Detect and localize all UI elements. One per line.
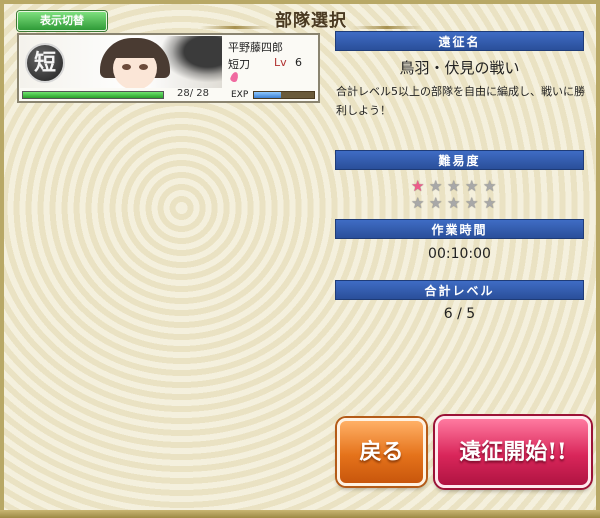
star-filled-icon: ★ bbox=[411, 177, 425, 195]
difficulty-stars: ★ ★ ★ ★ ★ ★ ★ ★ ★ ★ bbox=[411, 176, 511, 212]
portrait-eye-right bbox=[139, 64, 148, 70]
star-empty-icon: ★ bbox=[447, 194, 461, 212]
star-empty-icon: ★ bbox=[411, 194, 425, 212]
expedition-description: 合計レベル5以上の部隊を自由に編成し、戦いに勝利しよう！ bbox=[336, 85, 585, 117]
total-level-value: 6 / 5 bbox=[443, 306, 476, 322]
exp-bar bbox=[253, 91, 315, 99]
level-label: Lv bbox=[274, 56, 287, 69]
frame-bottom-border bbox=[0, 510, 600, 518]
star-empty-icon: ★ bbox=[465, 194, 479, 212]
work-time-header: 作業時間 bbox=[335, 219, 584, 239]
star-empty-icon: ★ bbox=[429, 194, 443, 212]
start-expedition-button[interactable]: 遠征開始!! bbox=[435, 416, 591, 488]
difficulty-star-row: ★ ★ ★ ★ ★ bbox=[411, 176, 511, 195]
expedition-name: 鳥羽・伏見の戦い bbox=[399, 59, 520, 77]
hp-text: 28/ 28 bbox=[177, 88, 209, 99]
star-empty-icon: ★ bbox=[429, 177, 443, 195]
exp-label: EXP bbox=[231, 90, 249, 100]
difficulty-header: 難易度 bbox=[335, 150, 584, 170]
character-card[interactable]: 短 平野藤四郎 短刀 Lv 6 28/ 28 EXP bbox=[17, 33, 320, 103]
portrait-eye-left bbox=[122, 64, 131, 70]
character-type: 短刀 bbox=[228, 58, 250, 71]
star-empty-icon: ★ bbox=[447, 177, 461, 195]
star-empty-icon: ★ bbox=[483, 177, 497, 195]
character-portrait: 短 bbox=[20, 36, 222, 88]
work-time-value: 00:10:00 bbox=[428, 246, 491, 262]
expedition-name-header: 遠征名 bbox=[335, 31, 584, 51]
sword-type-emblem-icon: 短 bbox=[25, 43, 65, 83]
sakura-petal-icon bbox=[229, 71, 240, 83]
star-empty-icon: ★ bbox=[465, 177, 479, 195]
difficulty-star-row: ★ ★ ★ ★ ★ bbox=[411, 193, 511, 212]
hp-bar-fill bbox=[23, 92, 163, 98]
total-level-header: 合計レベル bbox=[335, 280, 584, 300]
level-value: 6 bbox=[295, 56, 302, 69]
page-title: 部隊選択 bbox=[275, 11, 347, 31]
portrait-fringe bbox=[108, 42, 162, 58]
exp-bar-fill bbox=[254, 92, 281, 98]
character-name: 平野藤四郎 bbox=[228, 41, 283, 54]
back-button[interactable]: 戻る bbox=[337, 418, 426, 486]
star-empty-icon: ★ bbox=[483, 194, 497, 212]
display-toggle-button[interactable]: 表示切替 bbox=[17, 11, 107, 31]
hp-bar bbox=[22, 91, 164, 99]
